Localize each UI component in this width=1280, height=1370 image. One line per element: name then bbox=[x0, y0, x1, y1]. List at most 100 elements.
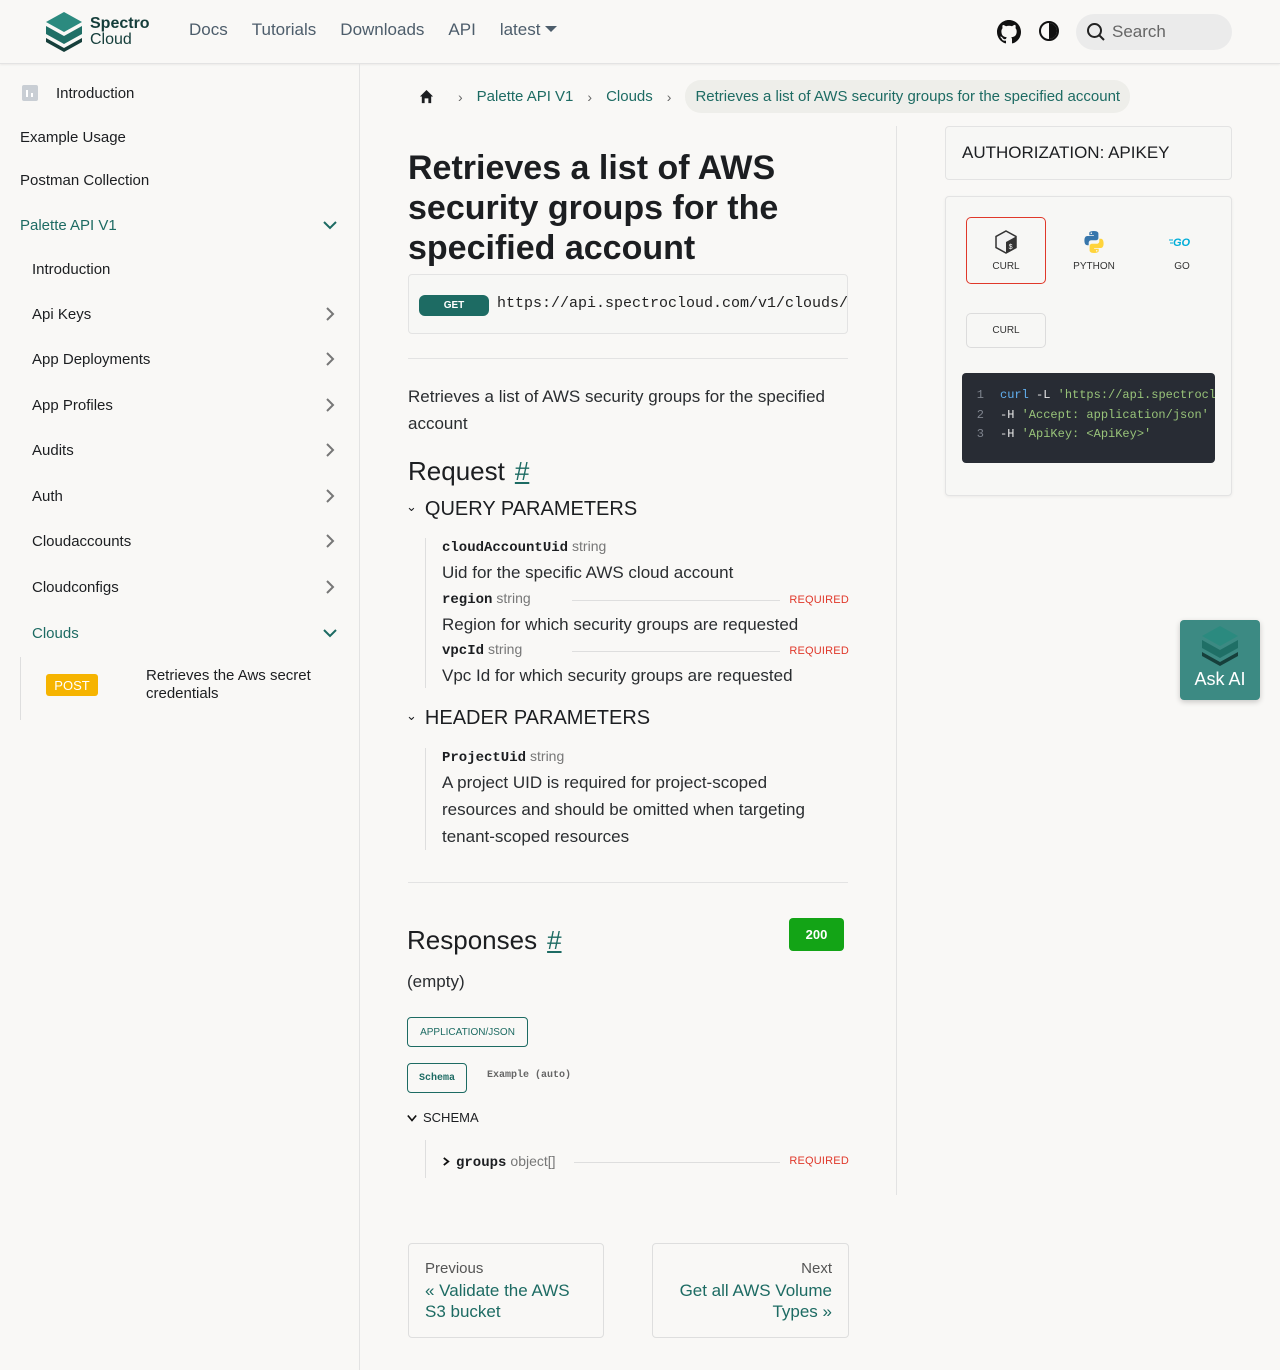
schema-toggle[interactable]: SCHEMA bbox=[407, 1110, 479, 1125]
anchor-link[interactable]: # bbox=[547, 925, 561, 955]
sidebar-item-cloudaccounts[interactable]: Cloudaccounts bbox=[32, 529, 340, 553]
sidebar-section-palette-api-v1[interactable]: Palette API V1 bbox=[20, 213, 340, 237]
version-dropdown[interactable]: latest bbox=[500, 20, 558, 40]
svg-text:GO: GO bbox=[1173, 237, 1191, 249]
search-input[interactable]: Search bbox=[1076, 14, 1232, 50]
schema-field-groups[interactable]: groups object[] REQUIRED bbox=[442, 1153, 849, 1171]
required-label: REQUIRED bbox=[789, 594, 849, 606]
chevron-down-icon[interactable] bbox=[322, 217, 338, 233]
code-block[interactable]: 1 curl -L 'https://api.spectrocloud.com/v… bbox=[962, 373, 1215, 463]
nav-downloads[interactable]: Downloads bbox=[340, 20, 424, 40]
sidebar-item-api-keys[interactable]: Api Keys bbox=[32, 302, 340, 326]
breadcrumb: › Palette API V1 › Clouds › Retrieves a … bbox=[408, 80, 1131, 113]
sidebar-item-example-usage[interactable]: Example Usage bbox=[20, 125, 340, 149]
sidebar-item-label: Audits bbox=[32, 441, 74, 459]
sidebar-item-postman-collection[interactable]: Postman Collection bbox=[20, 168, 340, 192]
query-params-toggle[interactable]: ⌄ QUERY PARAMETERS bbox=[406, 498, 637, 521]
spectro-cloud-logo[interactable]: Spectro Cloud bbox=[46, 12, 166, 52]
chevron-right-icon[interactable] bbox=[322, 397, 338, 413]
chevron-right-icon[interactable] bbox=[322, 579, 338, 595]
pager-title: Get all AWS Volume Types » bbox=[679, 1281, 832, 1321]
sidebar-item-label: Cloudaccounts bbox=[32, 532, 132, 550]
schema-fields: groups object[] REQUIRED bbox=[425, 1140, 849, 1178]
chevron-right-icon[interactable] bbox=[322, 351, 338, 367]
search-icon bbox=[1087, 23, 1105, 41]
lang-tab-go[interactable]: GO GO bbox=[1142, 217, 1222, 284]
breadcrumb-separator: › bbox=[666, 88, 672, 105]
param-type: string bbox=[496, 590, 531, 606]
param-rule bbox=[574, 1162, 780, 1163]
previous-page-link[interactable]: Previous « Validate the AWS S3 bucket bbox=[408, 1243, 604, 1338]
get-method-badge: GET bbox=[419, 295, 489, 316]
endpoint-url: https://api.spectrocloud.com/v1/clouds/a… bbox=[497, 295, 848, 312]
breadcrumb-separator: › bbox=[458, 88, 463, 105]
nav-tutorials[interactable]: Tutorials bbox=[252, 20, 317, 40]
breadcrumb-clouds[interactable]: Clouds bbox=[606, 88, 653, 105]
status-code-tab[interactable]: 200 bbox=[789, 918, 844, 951]
chevron-down-icon bbox=[407, 1114, 417, 1122]
sidebar-item-app-deployments[interactable]: App Deployments bbox=[32, 347, 340, 371]
sidebar-item-auth[interactable]: Auth bbox=[32, 484, 340, 508]
sidebar-item-cloudconfigs[interactable]: Cloudconfigs bbox=[32, 575, 340, 599]
pager-label: Next bbox=[801, 1260, 832, 1277]
ask-ai-label: Ask AI bbox=[1194, 669, 1246, 689]
nav-docs[interactable]: Docs bbox=[189, 20, 228, 40]
clouds-children: POST Retrieves the Aws secret credential… bbox=[20, 657, 340, 720]
chevron-right-icon[interactable] bbox=[322, 442, 338, 458]
chevron-right-icon bbox=[443, 1157, 450, 1166]
mime-type-tab[interactable]: APPLICATION/JSON bbox=[407, 1017, 528, 1047]
sidebar-section-label: Palette API V1 bbox=[20, 216, 117, 234]
param-rule bbox=[572, 600, 780, 601]
param-region: region string REQUIRED Region for which s… bbox=[442, 590, 849, 638]
param-name: region bbox=[442, 592, 493, 608]
example-tab[interactable]: Example (auto) bbox=[487, 1070, 571, 1081]
schema-tab[interactable]: Schema bbox=[407, 1063, 467, 1093]
chevron-down-icon: ⌄ bbox=[406, 498, 417, 514]
authorization-box: AUTHORIZATION: APIKEY bbox=[945, 126, 1232, 180]
column-divider bbox=[896, 126, 897, 1195]
required-label: REQUIRED bbox=[789, 1155, 849, 1167]
chevron-right-icon[interactable] bbox=[322, 488, 338, 504]
lang-tab-curl[interactable]: $ CURL bbox=[966, 217, 1046, 284]
endpoint-description: Retrieves a list of AWS security groups … bbox=[408, 387, 825, 433]
sidebar-endpoint-link[interactable]: Retrieves the Aws secret credentials bbox=[146, 667, 336, 703]
request-heading-text: Request bbox=[408, 456, 505, 486]
sidebar-item-label: Postman Collection bbox=[20, 171, 150, 189]
theme-toggle-icon[interactable] bbox=[1039, 21, 1059, 41]
next-page-link[interactable]: Next Get all AWS Volume Types » bbox=[652, 1243, 849, 1338]
chevron-down-icon[interactable] bbox=[322, 625, 338, 641]
param-rule bbox=[572, 651, 780, 652]
code-string: 'Accept: application/json' bbox=[1021, 407, 1209, 422]
document-icon bbox=[22, 85, 38, 101]
sidebar-item-label: Cloudconfigs bbox=[32, 578, 119, 596]
responses-heading-text: Responses bbox=[407, 925, 538, 955]
chevron-right-icon[interactable] bbox=[322, 306, 338, 322]
param-description: A project UID is required for project-sc… bbox=[442, 773, 805, 846]
sidebar-item-introduction[interactable]: Introduction bbox=[20, 81, 340, 105]
endpoint-box: GET https://api.spectrocloud.com/v1/clou… bbox=[408, 274, 848, 334]
code-line: 3 -H 'ApiKey: <ApiKey>' bbox=[962, 425, 1215, 445]
sidebar-item-clouds[interactable]: Clouds bbox=[32, 621, 340, 645]
sidebar-item-audits[interactable]: Audits bbox=[32, 438, 340, 462]
lang-tab-python[interactable]: PYTHON bbox=[1054, 217, 1134, 284]
param-cloudaccountuid: cloudAccountUid string Uid for the specif… bbox=[442, 538, 849, 586]
nav-api[interactable]: API bbox=[448, 20, 475, 40]
home-icon[interactable] bbox=[408, 80, 444, 113]
github-icon[interactable] bbox=[997, 20, 1021, 44]
param-type: object[] bbox=[510, 1153, 556, 1169]
sidebar-item-label: Introduction bbox=[32, 260, 111, 278]
param-description: Vpc Id for which security groups are req… bbox=[442, 666, 793, 685]
divider bbox=[408, 882, 848, 883]
sidebar-item-app-profiles[interactable]: App Profiles bbox=[32, 393, 340, 417]
param-projectuid: ProjectUid string A project UID is requir… bbox=[442, 748, 849, 850]
chevron-right-icon[interactable] bbox=[322, 533, 338, 549]
ask-ai-button[interactable]: Ask AI bbox=[1180, 620, 1260, 700]
breadcrumb-palette-api[interactable]: Palette API V1 bbox=[477, 88, 574, 105]
code-string: 'https://api.spectrocloud.com/v1/clouds/… bbox=[1057, 388, 1215, 402]
param-name: vpcId bbox=[442, 643, 485, 659]
request-heading: Request # bbox=[408, 456, 529, 487]
sidebar-item-introduction-v1[interactable]: Introduction bbox=[32, 257, 340, 281]
header-params-toggle[interactable]: ⌄ HEADER PARAMETERS bbox=[406, 707, 650, 730]
variant-tab-curl[interactable]: CURL bbox=[966, 313, 1046, 348]
anchor-link[interactable]: # bbox=[515, 456, 529, 486]
